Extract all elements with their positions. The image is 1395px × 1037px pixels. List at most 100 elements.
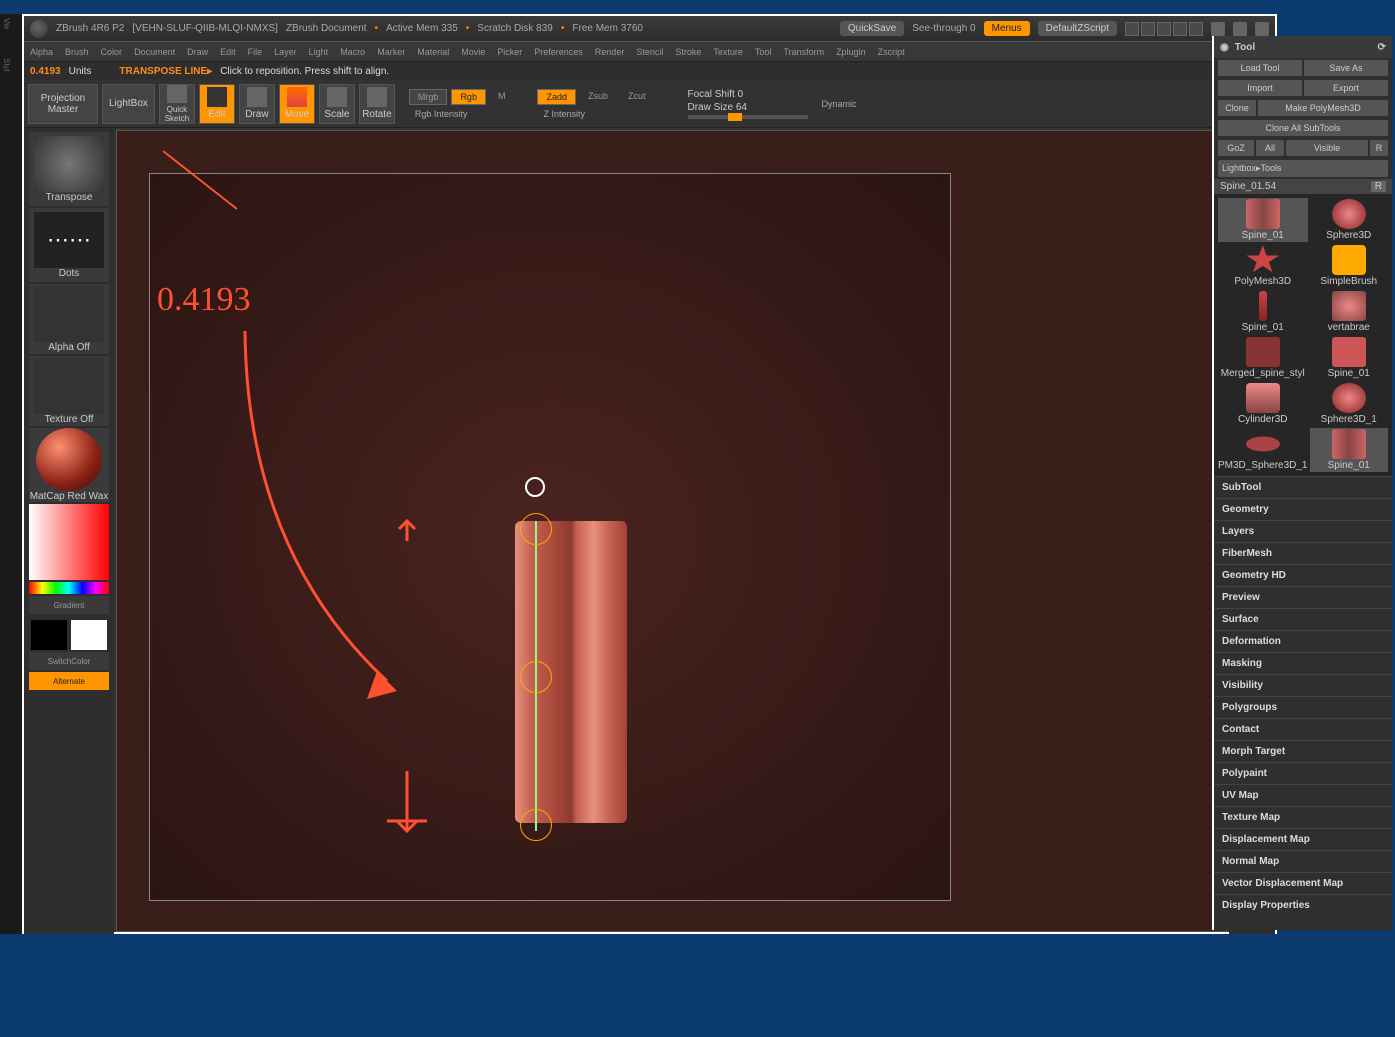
export-button[interactable]: Export — [1304, 80, 1388, 96]
menu-file[interactable]: File — [248, 47, 263, 57]
section-surface[interactable]: Surface — [1214, 608, 1392, 630]
switch-color[interactable]: SwitchColor — [29, 652, 109, 670]
menu-draw[interactable]: Draw — [187, 47, 208, 57]
menu-preferences[interactable]: Preferences — [534, 47, 583, 57]
draw-button[interactable]: Draw — [239, 84, 275, 124]
maximize-button[interactable] — [1233, 22, 1247, 36]
layout-icon-4[interactable] — [1173, 22, 1187, 36]
tool-item-8[interactable]: Cylinder3D — [1218, 382, 1308, 426]
rgb-chip[interactable]: Rgb — [451, 89, 486, 105]
section-layers[interactable]: Layers — [1214, 520, 1392, 542]
menu-alpha[interactable]: Alpha — [30, 47, 53, 57]
tool-item-5[interactable]: vertabrae — [1310, 290, 1389, 334]
hue-strip[interactable] — [29, 582, 109, 594]
scale-button[interactable]: Scale — [319, 84, 355, 124]
layout-icon-3[interactable] — [1157, 22, 1171, 36]
menu-color[interactable]: Color — [101, 47, 123, 57]
menu-edit[interactable]: Edit — [220, 47, 236, 57]
menu-transform[interactable]: Transform — [783, 47, 824, 57]
goz-button[interactable]: GoZ — [1218, 140, 1254, 156]
section-polypaint[interactable]: Polypaint — [1214, 762, 1392, 784]
menu-render[interactable]: Render — [595, 47, 625, 57]
menu-layer[interactable]: Layer — [274, 47, 297, 57]
close-button[interactable] — [1255, 22, 1269, 36]
section-fibermesh[interactable]: FiberMesh — [1214, 542, 1392, 564]
transpose-handle-mid[interactable] — [520, 661, 552, 693]
alternate-button[interactable]: Alternate — [29, 672, 109, 690]
pivot-circle[interactable] — [525, 477, 545, 497]
transpose-handle-top[interactable] — [520, 513, 552, 545]
layout-icon-5[interactable] — [1189, 22, 1203, 36]
section-polygroups[interactable]: Polygroups — [1214, 696, 1392, 718]
menu-texture[interactable]: Texture — [713, 47, 743, 57]
section-normal-map[interactable]: Normal Map — [1214, 850, 1392, 872]
quicksave-button[interactable]: QuickSave — [840, 21, 904, 36]
stroke-dots[interactable]: ⋯⋯Dots — [29, 208, 109, 282]
section-geometry[interactable]: Geometry — [1214, 498, 1392, 520]
section-subtool[interactable]: SubTool — [1214, 476, 1392, 498]
clone-all-button[interactable]: Clone All SubTools — [1218, 120, 1388, 136]
section-deformation[interactable]: Deformation — [1214, 630, 1392, 652]
tool-item-3[interactable]: SimpleBrush — [1310, 244, 1389, 288]
section-displacement-map[interactable]: Displacement Map — [1214, 828, 1392, 850]
see-through[interactable]: See-through 0 — [912, 23, 975, 34]
alpha-off[interactable]: Alpha Off — [29, 284, 109, 354]
layout-icon-2[interactable] — [1141, 22, 1155, 36]
zcut-chip[interactable]: Zcut — [620, 89, 654, 105]
menu-zscript[interactable]: Zscript — [878, 47, 905, 57]
menu-picker[interactable]: Picker — [497, 47, 522, 57]
swatch-white[interactable] — [71, 620, 107, 650]
tool-item-0[interactable]: Spine_01 — [1218, 198, 1308, 242]
mrgb-chip[interactable]: Mrgb — [409, 89, 448, 105]
section-morph-target[interactable]: Morph Target — [1214, 740, 1392, 762]
section-vector-displacement-map[interactable]: Vector Displacement Map — [1214, 872, 1392, 894]
layout-icon-1[interactable] — [1125, 22, 1139, 36]
brush-transpose[interactable]: Transpose — [29, 132, 109, 206]
section-masking[interactable]: Masking — [1214, 652, 1392, 674]
section-uv-map[interactable]: UV Map — [1214, 784, 1392, 806]
menus-button[interactable]: Menus — [984, 21, 1030, 36]
section-preview[interactable]: Preview — [1214, 586, 1392, 608]
menu-macro[interactable]: Macro — [340, 47, 365, 57]
lightbox-tools[interactable]: Lightbox▸Tools — [1218, 160, 1388, 177]
tool-item-1[interactable]: Sphere3D — [1310, 198, 1389, 242]
menu-tool[interactable]: Tool — [755, 47, 772, 57]
import-button[interactable]: Import — [1218, 80, 1302, 96]
menu-stroke[interactable]: Stroke — [675, 47, 701, 57]
section-display-properties[interactable]: Display Properties — [1214, 894, 1392, 916]
canvas-viewport[interactable]: 0.4193 — [116, 130, 1227, 932]
quicksketch-button[interactable]: Quick Sketch — [159, 84, 195, 124]
menu-document[interactable]: Document — [134, 47, 175, 57]
goz-r-button[interactable]: R — [1370, 140, 1388, 156]
lightbox-button[interactable]: LightBox — [102, 84, 155, 124]
move-button[interactable]: Move — [279, 84, 315, 124]
tool-item-7[interactable]: Spine_01 — [1310, 336, 1389, 380]
draw-size-slider[interactable] — [688, 115, 808, 119]
minimize-button[interactable] — [1211, 22, 1225, 36]
projection-master[interactable]: Projection Master — [28, 84, 98, 124]
menu-zplugin[interactable]: Zplugin — [836, 47, 866, 57]
swatch-black[interactable] — [31, 620, 67, 650]
tool-item-11[interactable]: Spine_01 — [1310, 428, 1389, 472]
tool-item-4[interactable]: Spine_01 — [1218, 290, 1308, 334]
goz-all-button[interactable]: All — [1256, 140, 1284, 156]
load-tool-button[interactable]: Load Tool — [1218, 60, 1302, 76]
save-as-button[interactable]: Save As — [1304, 60, 1388, 76]
zsub-chip[interactable]: Zsub — [580, 89, 616, 105]
section-contact[interactable]: Contact — [1214, 718, 1392, 740]
menu-brush[interactable]: Brush — [65, 47, 89, 57]
tool-item-6[interactable]: Merged_spine_styl — [1218, 336, 1308, 380]
edit-button[interactable]: Edit — [199, 84, 235, 124]
tool-r-flag[interactable]: R — [1371, 181, 1386, 192]
zadd-chip[interactable]: Zadd — [537, 89, 576, 105]
color-picker[interactable] — [29, 504, 109, 580]
goz-visible-button[interactable]: Visible — [1286, 140, 1368, 156]
tool-item-10[interactable]: PM3D_Sphere3D_1 — [1218, 428, 1308, 472]
material-slot[interactable]: MatCap Red Wax — [29, 428, 109, 502]
menu-material[interactable]: Material — [417, 47, 449, 57]
rotate-button[interactable]: Rotate — [359, 84, 395, 124]
menu-light[interactable]: Light — [309, 47, 329, 57]
section-visibility[interactable]: Visibility — [1214, 674, 1392, 696]
texture-off[interactable]: Texture Off — [29, 356, 109, 426]
transpose-handle-bot[interactable] — [520, 809, 552, 841]
